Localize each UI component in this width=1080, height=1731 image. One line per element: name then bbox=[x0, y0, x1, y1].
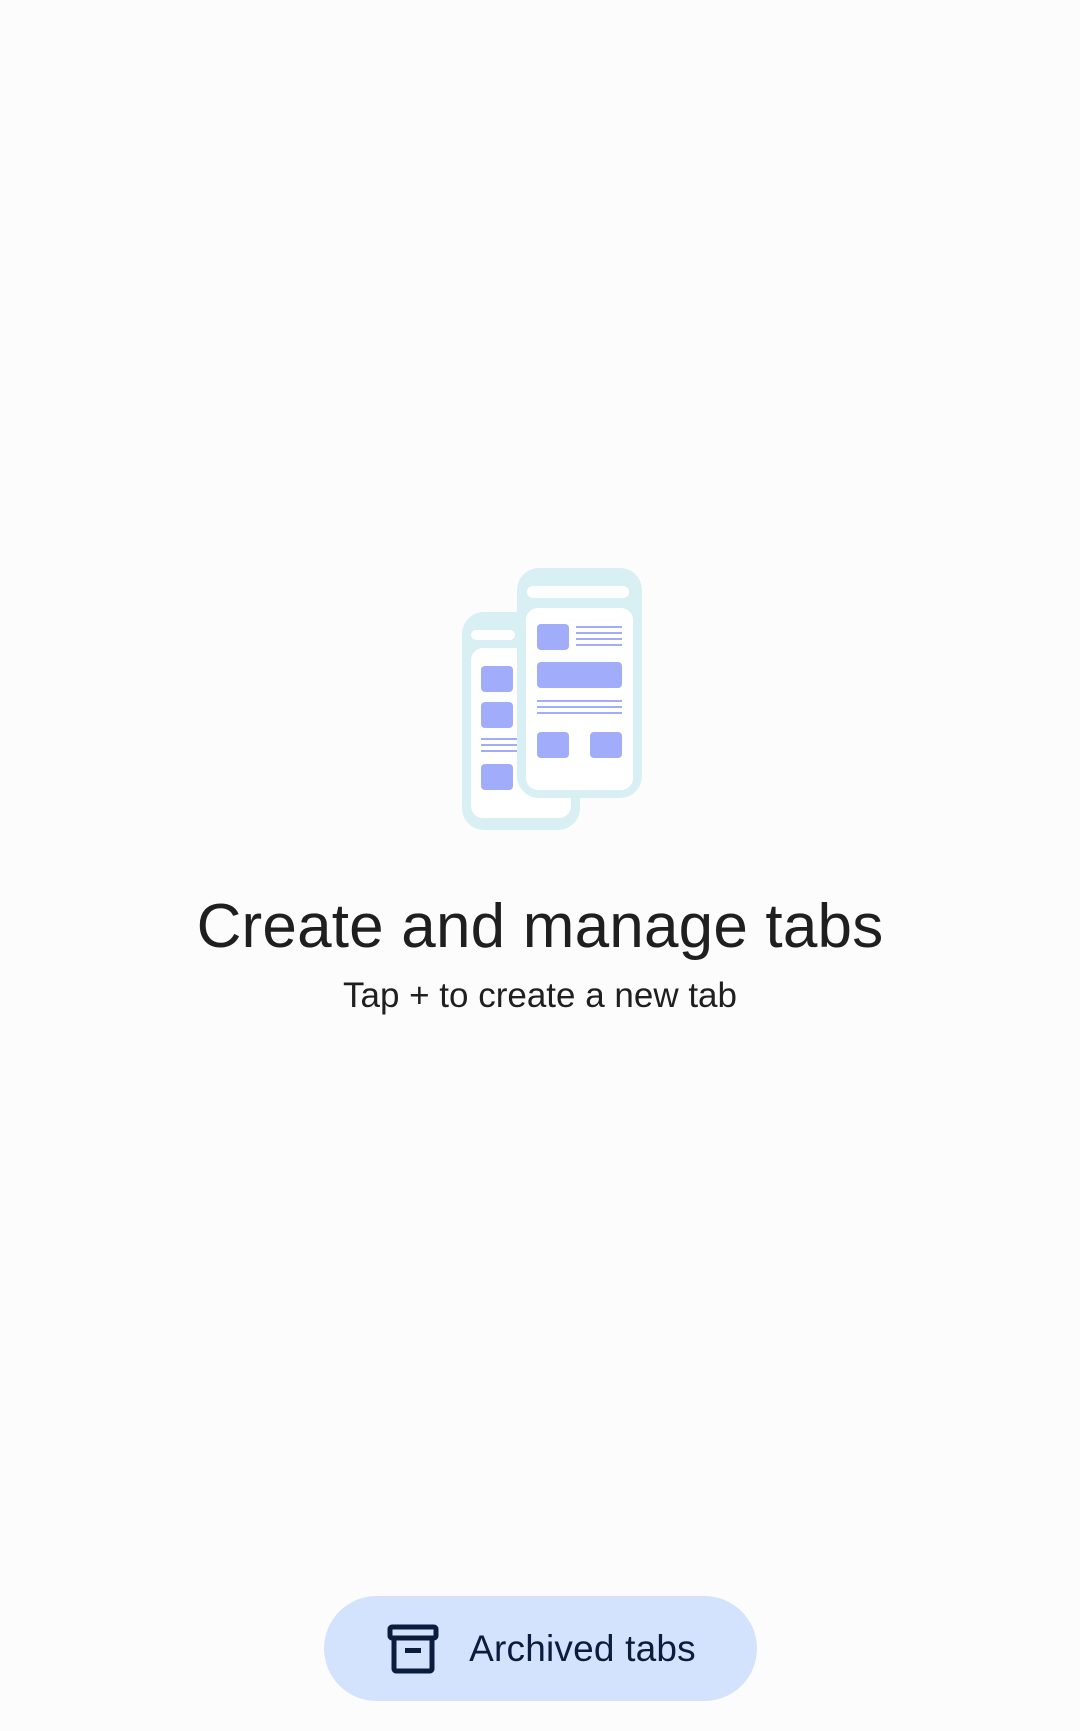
archived-tabs-button[interactable]: Archived tabs bbox=[324, 1596, 757, 1701]
front-phone-graphic bbox=[517, 568, 642, 798]
archive-box-icon bbox=[385, 1621, 441, 1677]
empty-state-title: Create and manage tabs bbox=[196, 892, 884, 961]
tab-switcher-empty-state: Create and manage tabs Tap + to create a… bbox=[0, 0, 1080, 1731]
empty-state-subtitle: Tap + to create a new tab bbox=[342, 976, 737, 1015]
archived-tabs-label: Archived tabs bbox=[469, 1627, 696, 1669]
stacked-tabs-illustration bbox=[462, 568, 642, 832]
